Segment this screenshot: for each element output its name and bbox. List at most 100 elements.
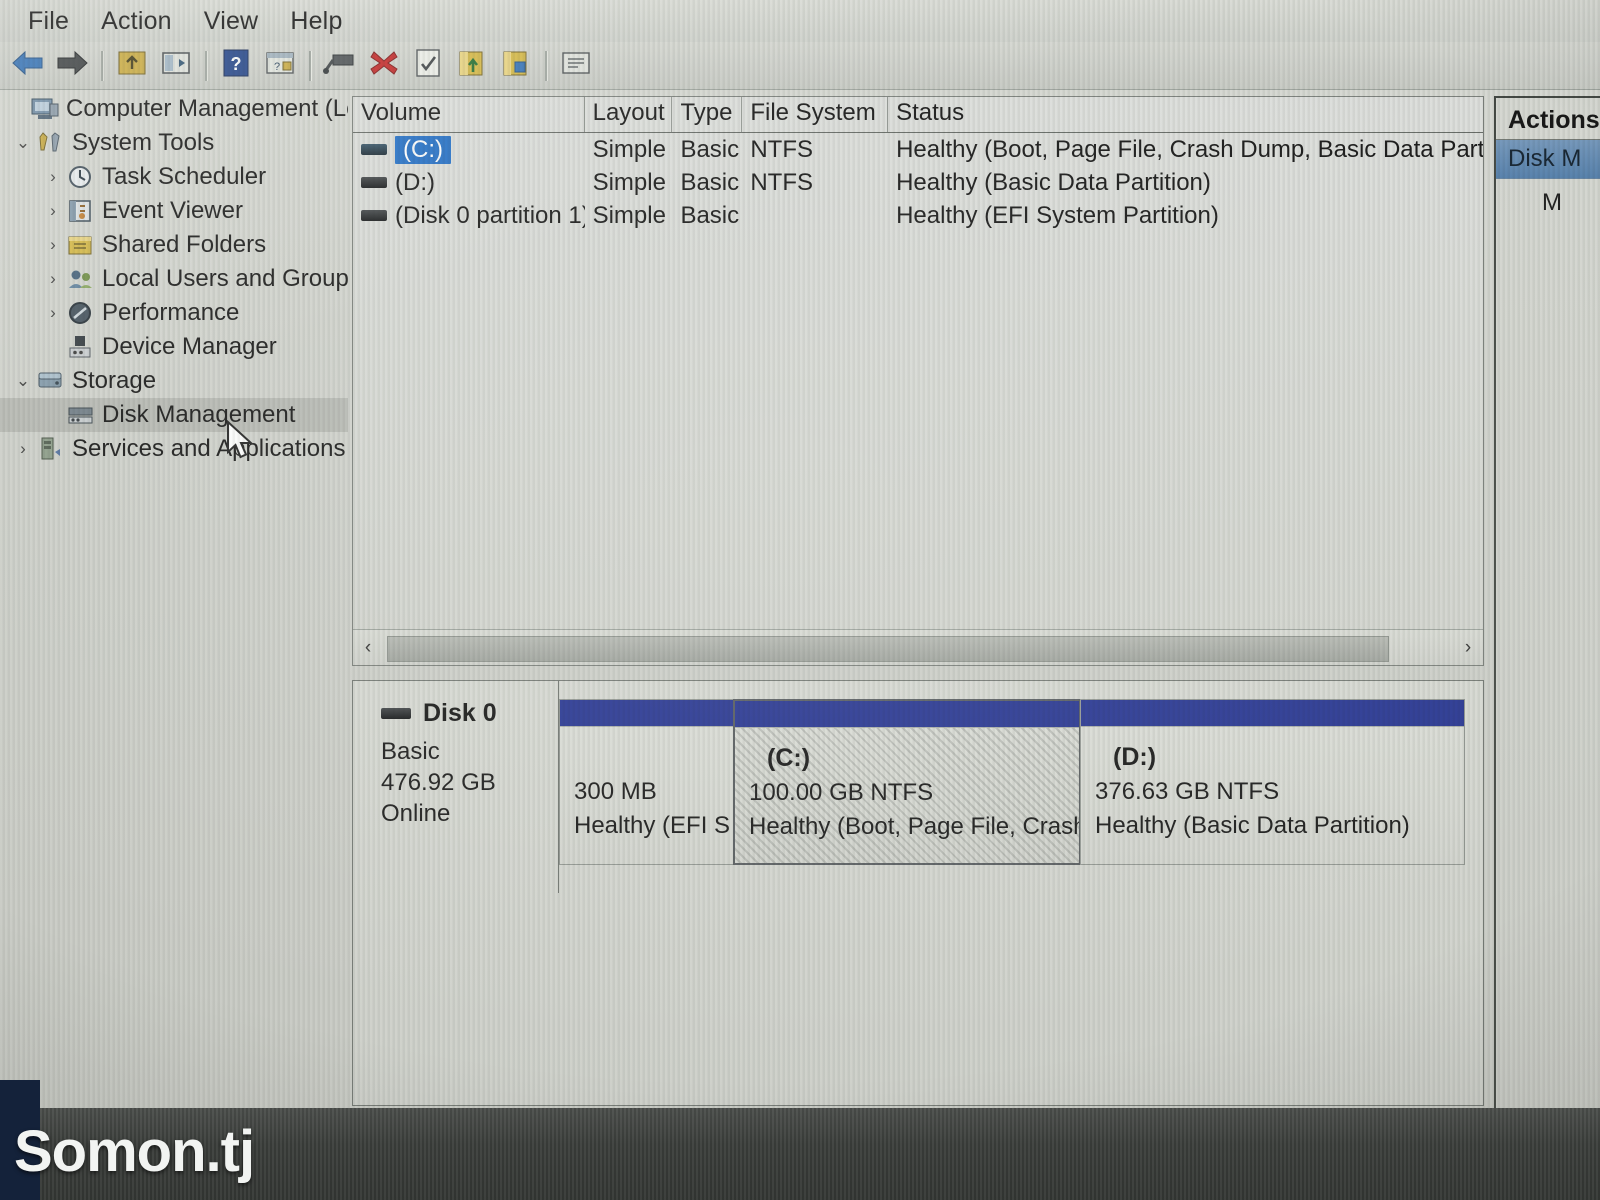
computer-icon bbox=[30, 96, 60, 122]
new-volume-button[interactable] bbox=[452, 47, 492, 85]
performance-icon bbox=[66, 300, 96, 326]
tree-label-device-manager: Device Manager bbox=[102, 333, 277, 360]
tree-twisty-shared-folders[interactable]: › bbox=[40, 235, 66, 255]
tree-twisty-services[interactable]: › bbox=[10, 439, 36, 459]
volume-cell-status: Healthy (Boot, Page File, Crash Dump, Ba… bbox=[896, 135, 1484, 163]
column-header-layout[interactable]: Layout bbox=[585, 97, 673, 132]
partition-name: (D:) bbox=[1113, 743, 1157, 771]
menu-view[interactable]: View bbox=[188, 5, 275, 38]
actions-section-disk-management[interactable]: Disk M bbox=[1496, 140, 1600, 179]
tree-twisty-performance[interactable]: › bbox=[40, 303, 66, 323]
tree-item-shared-folders[interactable]: › Shared Folders bbox=[0, 228, 348, 262]
help-button[interactable]: ? bbox=[216, 47, 256, 85]
export-list-button[interactable] bbox=[496, 47, 536, 85]
screenshot-root: File Action View Help ? ? Computer Manag… bbox=[0, 0, 1600, 1200]
table-row[interactable]: (Disk 0 partition 1) Simple Basic Health… bbox=[353, 199, 1483, 232]
volume-label-d: (D:) bbox=[395, 168, 435, 196]
partition-d[interactable]: (D:) 376.63 GB NTFS Healthy (Basic Data … bbox=[1080, 699, 1465, 865]
volume-cell-type: Basic bbox=[680, 168, 740, 196]
forward-button[interactable] bbox=[52, 47, 92, 85]
volume-cell-filesystem: NTFS bbox=[750, 135, 814, 163]
partition-efi[interactable]: 300 MB Healthy (EFI S bbox=[559, 699, 734, 865]
partition-status: Healthy (Basic Data Partition) bbox=[1095, 812, 1410, 839]
volume-icon bbox=[361, 210, 387, 221]
menu-help[interactable]: Help bbox=[274, 5, 358, 38]
column-header-type[interactable]: Type bbox=[672, 97, 743, 132]
graphical-disk-view: Disk 0 Basic 476.92 GB Online 300 MB Hea… bbox=[352, 680, 1484, 1106]
tree-item-task-scheduler[interactable]: › Task Scheduler bbox=[0, 160, 348, 194]
volume-cell-type: Basic bbox=[680, 135, 740, 163]
tree-twisty-event-viewer[interactable]: › bbox=[40, 201, 66, 221]
table-row[interactable]: (C:) Simple Basic NTFS Healthy (Boot, Pa… bbox=[353, 133, 1483, 166]
menu-action[interactable]: Action bbox=[85, 5, 188, 38]
partition-name: (C:) bbox=[767, 744, 811, 772]
volume-cell-layout: Simple bbox=[592, 201, 666, 229]
tree-item-root[interactable]: Computer Management (Local) bbox=[0, 92, 348, 126]
tree-item-event-viewer[interactable]: › Event Viewer bbox=[0, 194, 348, 228]
volume-cell-status: Healthy (Basic Data Partition) bbox=[896, 168, 1211, 196]
scrollbar-track[interactable] bbox=[383, 633, 1453, 663]
storage-icon bbox=[36, 368, 66, 394]
menu-file[interactable]: File bbox=[12, 5, 85, 38]
tree-item-device-manager[interactable]: Device Manager bbox=[0, 330, 348, 364]
volume-list-header: Volume Layout Type File System Status bbox=[353, 97, 1483, 133]
volume-cell-status: Healthy (EFI System Partition) bbox=[896, 201, 1219, 229]
volume-cell-name: (Disk 0 partition 1) bbox=[353, 202, 585, 230]
delete-button[interactable] bbox=[364, 47, 404, 85]
tree-item-storage[interactable]: ⌄ Storage bbox=[0, 364, 348, 398]
services-icon bbox=[36, 436, 66, 462]
rescan-disks-button[interactable] bbox=[408, 47, 448, 85]
volume-cell-name: (D:) bbox=[353, 169, 585, 197]
properties-icon: ? bbox=[265, 49, 295, 82]
disk-info-panel[interactable]: Disk 0 Basic 476.92 GB Online bbox=[353, 681, 559, 893]
folder-blue-icon bbox=[501, 48, 531, 83]
volume-icon bbox=[361, 177, 387, 188]
disk-type: Basic bbox=[381, 738, 440, 765]
scroll-right-arrow-icon[interactable]: › bbox=[1453, 631, 1483, 665]
tree-item-performance[interactable]: › Performance bbox=[0, 296, 348, 330]
tree-twisty-local-users[interactable]: › bbox=[40, 269, 66, 289]
users-icon bbox=[66, 266, 96, 292]
tree-item-system-tools[interactable]: ⌄ System Tools bbox=[0, 126, 348, 160]
scrollbar-thumb[interactable] bbox=[387, 636, 1389, 662]
disk-capacity: 476.92 GB bbox=[381, 769, 496, 796]
tree-twisty-storage[interactable]: ⌄ bbox=[10, 371, 36, 391]
show-hide-tree-button[interactable] bbox=[156, 47, 196, 85]
event-viewer-icon bbox=[66, 198, 96, 224]
column-header-volume[interactable]: Volume bbox=[353, 97, 585, 132]
column-header-file-system[interactable]: File System bbox=[742, 97, 889, 132]
console-tree: Computer Management (Local) ⌄ System Too… bbox=[0, 92, 348, 1110]
tools-icon bbox=[36, 130, 66, 156]
up-one-level-button[interactable] bbox=[112, 47, 152, 85]
properties-button[interactable]: ? bbox=[260, 47, 300, 85]
tree-twisty-system-tools[interactable]: ⌄ bbox=[10, 133, 36, 153]
partition-c[interactable]: (C:) 100.00 GB NTFS Healthy (Boot, Page … bbox=[733, 699, 1081, 865]
connect-button[interactable] bbox=[320, 47, 360, 85]
volume-icon bbox=[361, 144, 387, 155]
tree-label-performance: Performance bbox=[102, 299, 240, 326]
tree-label-root: Computer Management (Local) bbox=[66, 95, 348, 122]
scroll-left-arrow-icon[interactable]: ‹ bbox=[353, 631, 383, 665]
toolbar: ? ? bbox=[0, 42, 1600, 90]
actions-more-actions[interactable]: M bbox=[1496, 179, 1600, 217]
details-pane: Volume Layout Type File System Status (C… bbox=[352, 96, 1484, 1106]
back-button[interactable] bbox=[8, 47, 48, 85]
column-header-status[interactable]: Status bbox=[888, 97, 1483, 132]
volume-cell-layout: Simple bbox=[592, 168, 666, 196]
view-button[interactable] bbox=[556, 47, 596, 85]
tree-item-disk-management[interactable]: Disk Management bbox=[0, 398, 348, 432]
tree-item-services-and-applications[interactable]: › Services and Applications bbox=[0, 432, 348, 466]
menu-bar: File Action View Help bbox=[0, 0, 1600, 42]
horizontal-scrollbar[interactable]: ‹ › bbox=[353, 629, 1483, 665]
tree-item-local-users-and-groups[interactable]: › Local Users and Groups bbox=[0, 262, 348, 296]
tree-label-system-tools: System Tools bbox=[72, 129, 215, 156]
disk-title-label: Disk 0 bbox=[423, 699, 497, 727]
partition-body: (D:) 376.63 GB NTFS Healthy (Basic Data … bbox=[1081, 727, 1464, 843]
volume-label-c: (C:) bbox=[395, 135, 451, 164]
connect-icon bbox=[323, 50, 357, 81]
tree-twisty-task-scheduler[interactable]: › bbox=[40, 167, 66, 187]
table-row[interactable]: (D:) Simple Basic NTFS Healthy (Basic Da… bbox=[353, 166, 1483, 199]
device-manager-icon bbox=[66, 334, 96, 360]
help-icon: ? bbox=[222, 48, 250, 83]
tree-label-disk-management: Disk Management bbox=[102, 401, 296, 428]
